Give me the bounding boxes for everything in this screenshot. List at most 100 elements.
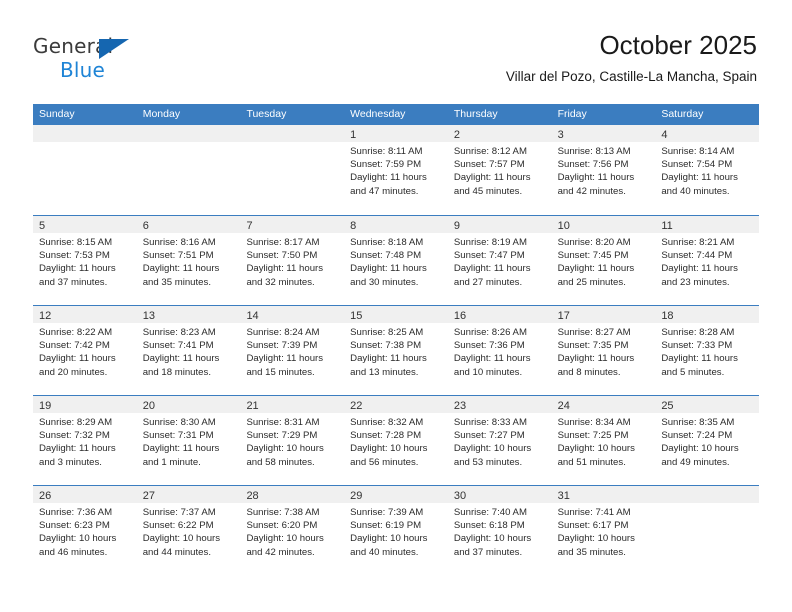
calendar-day-cell[interactable]: 20 Sunrise: 8:30 AM Sunset: 7:31 PM Dayligh… bbox=[136, 396, 241, 485]
day-detail-line: Sunset: 6:17 PM bbox=[557, 520, 629, 532]
day-number-strip: 18 bbox=[655, 306, 760, 323]
general-blue-logo[interactable]: General Blue bbox=[33, 34, 163, 86]
calendar-day-cell-empty bbox=[33, 125, 137, 215]
calendar-day-cell[interactable]: 16 Sunrise: 8:26 AM Sunset: 7:36 PM Dayligh… bbox=[447, 306, 552, 395]
day-number-strip: 14 bbox=[240, 306, 345, 323]
day-detail-line: and 1 minute. bbox=[142, 456, 201, 468]
calendar-day-cell-empty bbox=[136, 125, 241, 215]
weekday-header-tuesday: Tuesday bbox=[246, 108, 287, 120]
page-header: General Blue October 2025 Villar del Poz… bbox=[0, 0, 792, 100]
calendar-day-cell[interactable]: 15 Sunrise: 8:25 AM Sunset: 7:38 PM Dayligh… bbox=[344, 306, 448, 395]
day-detail-line: Sunrise: 8:22 AM bbox=[39, 327, 113, 338]
calendar-day-cell[interactable]: 1 Sunrise: 8:11 AM Sunset: 7:59 PM Daylight… bbox=[344, 125, 448, 215]
weekday-header-sunday: Sunday bbox=[39, 108, 75, 120]
day-detail-line: Sunset: 7:44 PM bbox=[661, 250, 733, 262]
day-details: Sunrise: 8:18 AM Sunset: 7:48 PM Daylight:… bbox=[344, 233, 448, 289]
weekday-header-row: Sunday Monday Tuesday Wednesday Thursday Frid… bbox=[33, 104, 759, 125]
day-detail-line: Sunset: 7:48 PM bbox=[350, 250, 422, 262]
page-title: October 2025 bbox=[599, 30, 757, 60]
day-detail-line: Daylight: 11 hours bbox=[453, 263, 531, 275]
day-detail-line: Sunset: 7:25 PM bbox=[557, 430, 629, 442]
page-subtitle: Villar del Pozo, Castille-La Mancha, Spa… bbox=[505, 69, 757, 84]
day-details: Sunrise: 8:12 AM Sunset: 7:57 PM Daylight:… bbox=[448, 142, 552, 198]
calendar-day-cell[interactable]: 28 Sunrise: 7:38 AM Sunset: 6:20 PM Dayligh… bbox=[240, 486, 345, 575]
calendar-day-cell[interactable]: 4 Sunrise: 8:14 AM Sunset: 7:54 PM Daylight… bbox=[655, 125, 760, 215]
calendar-day-cell[interactable]: 11 Sunrise: 8:21 AM Sunset: 7:44 PM Dayligh… bbox=[655, 216, 760, 305]
day-detail-line: Daylight: 10 hours bbox=[661, 443, 739, 455]
calendar-day-cell[interactable]: 8 Sunrise: 8:18 AM Sunset: 7:48 PM Daylight… bbox=[344, 216, 448, 305]
day-detail-line: Sunrise: 8:14 AM bbox=[661, 146, 735, 157]
day-detail-line: Sunset: 7:29 PM bbox=[246, 430, 318, 442]
day-detail-line: Daylight: 11 hours bbox=[39, 263, 116, 275]
calendar-day-cell[interactable]: 12 Sunrise: 8:22 AM Sunset: 7:42 PM Dayligh… bbox=[33, 306, 137, 395]
day-number: 7 bbox=[246, 220, 253, 232]
calendar-day-cell[interactable]: 10 Sunrise: 8:20 AM Sunset: 7:45 PM Dayligh… bbox=[551, 216, 656, 305]
weekday-header-saturday: Saturday bbox=[661, 108, 704, 120]
calendar-day-cell[interactable]: 3 Sunrise: 8:13 AM Sunset: 7:56 PM Daylight… bbox=[551, 125, 656, 215]
weekday-header-wednesday: Wednesday bbox=[350, 108, 406, 120]
calendar-day-cell[interactable]: 7 Sunrise: 8:17 AM Sunset: 7:50 PM Daylight… bbox=[240, 216, 345, 305]
day-number-strip: 6 bbox=[136, 216, 241, 233]
day-detail-line: Daylight: 11 hours bbox=[142, 443, 220, 455]
day-detail-line: and 44 minutes. bbox=[142, 546, 211, 558]
day-detail-line: and 42 minutes. bbox=[246, 546, 315, 558]
calendar-day-cell[interactable]: 22 Sunrise: 8:32 AM Sunset: 7:28 PM Dayligh… bbox=[344, 396, 448, 485]
calendar-day-cell[interactable]: 2 Sunrise: 8:12 AM Sunset: 7:57 PM Daylight… bbox=[447, 125, 552, 215]
day-detail-line: and 47 minutes. bbox=[350, 185, 419, 197]
day-detail-line: Sunset: 7:31 PM bbox=[142, 430, 214, 442]
day-detail-line: and 30 minutes. bbox=[350, 276, 419, 288]
day-number-strip: 12 bbox=[33, 306, 137, 323]
day-detail-line: and 35 minutes. bbox=[142, 276, 211, 288]
day-detail-line: Sunrise: 7:39 AM bbox=[350, 507, 424, 518]
day-detail-line: and 37 minutes. bbox=[453, 546, 523, 558]
day-detail-line: and 58 minutes. bbox=[246, 456, 315, 468]
day-detail-line: Daylight: 10 hours bbox=[453, 533, 532, 545]
day-number: 17 bbox=[557, 310, 570, 322]
day-number: 14 bbox=[246, 310, 259, 322]
day-number-strip: 7 bbox=[240, 216, 345, 233]
day-number: 9 bbox=[453, 220, 460, 232]
day-detail-line: Sunset: 7:27 PM bbox=[453, 430, 525, 442]
day-detail-line: Sunrise: 8:31 AM bbox=[246, 417, 320, 428]
calendar-day-cell[interactable]: 26 Sunrise: 7:36 AM Sunset: 6:23 PM Dayligh… bbox=[33, 486, 137, 575]
day-number-strip: 9 bbox=[447, 216, 552, 233]
calendar-day-cell[interactable]: 31 Sunrise: 7:41 AM Sunset: 6:17 PM Dayligh… bbox=[551, 486, 656, 575]
calendar-day-cell[interactable]: 24 Sunrise: 8:34 AM Sunset: 7:25 PM Dayligh… bbox=[551, 396, 656, 485]
day-detail-line: Sunset: 7:32 PM bbox=[39, 430, 110, 442]
day-number-strip: 17 bbox=[551, 306, 656, 323]
day-detail-line: Sunset: 7:28 PM bbox=[350, 430, 422, 442]
day-number: 2 bbox=[453, 129, 460, 141]
calendar-day-cell[interactable]: 19 Sunrise: 8:29 AM Sunset: 7:32 PM Dayligh… bbox=[33, 396, 137, 485]
calendar-day-cell-empty bbox=[655, 486, 760, 575]
day-number-strip: 25 bbox=[655, 396, 760, 413]
calendar-day-cell[interactable]: 30 Sunrise: 7:40 AM Sunset: 6:18 PM Dayligh… bbox=[447, 486, 552, 575]
day-detail-line: Daylight: 11 hours bbox=[246, 263, 324, 275]
calendar-day-cell-empty bbox=[240, 125, 345, 215]
day-number: 1 bbox=[350, 129, 357, 141]
day-detail-line: Sunset: 7:45 PM bbox=[557, 250, 629, 262]
calendar-day-cell[interactable]: 9 Sunrise: 8:19 AM Sunset: 7:47 PM Daylight… bbox=[447, 216, 552, 305]
calendar-day-cell[interactable]: 27 Sunrise: 7:37 AM Sunset: 6:22 PM Dayligh… bbox=[136, 486, 241, 575]
calendar-day-cell[interactable]: 23 Sunrise: 8:33 AM Sunset: 7:27 PM Dayligh… bbox=[447, 396, 552, 485]
calendar-day-cell[interactable]: 21 Sunrise: 8:31 AM Sunset: 7:29 PM Dayligh… bbox=[240, 396, 345, 485]
day-detail-line: Sunrise: 7:36 AM bbox=[39, 507, 113, 518]
calendar-day-cell[interactable]: 29 Sunrise: 7:39 AM Sunset: 6:19 PM Dayligh… bbox=[344, 486, 448, 575]
day-number: 6 bbox=[142, 220, 149, 232]
calendar-day-cell[interactable]: 17 Sunrise: 8:27 AM Sunset: 7:35 PM Dayligh… bbox=[551, 306, 656, 395]
calendar-day-cell[interactable]: 13 Sunrise: 8:23 AM Sunset: 7:41 PM Dayligh… bbox=[136, 306, 241, 395]
day-detail-line: Sunset: 7:35 PM bbox=[557, 340, 629, 352]
logo-text-blue: Blue bbox=[60, 58, 106, 82]
calendar-day-cell[interactable]: 25 Sunrise: 8:35 AM Sunset: 7:24 PM Dayligh… bbox=[655, 396, 760, 485]
day-detail-line: Sunrise: 8:25 AM bbox=[350, 327, 424, 338]
calendar-day-cell[interactable]: 14 Sunrise: 8:24 AM Sunset: 7:39 PM Dayligh… bbox=[240, 306, 345, 395]
day-detail-line: Daylight: 10 hours bbox=[39, 533, 117, 545]
calendar-day-cell[interactable]: 6 Sunrise: 8:16 AM Sunset: 7:51 PM Daylight… bbox=[136, 216, 241, 305]
calendar-day-cell[interactable]: 5 Sunrise: 8:15 AM Sunset: 7:53 PM Daylight… bbox=[33, 216, 137, 305]
day-detail-line: Daylight: 11 hours bbox=[453, 353, 531, 365]
day-details: Sunrise: 8:27 AM Sunset: 7:35 PM Daylight:… bbox=[552, 323, 656, 379]
day-detail-line: Sunrise: 8:24 AM bbox=[246, 327, 320, 338]
day-detail-line: Sunset: 7:24 PM bbox=[661, 430, 733, 442]
calendar-day-cell[interactable]: 18 Sunrise: 8:28 AM Sunset: 7:33 PM Dayligh… bbox=[655, 306, 760, 395]
day-number: 26 bbox=[39, 490, 52, 502]
day-number: 4 bbox=[661, 129, 668, 141]
